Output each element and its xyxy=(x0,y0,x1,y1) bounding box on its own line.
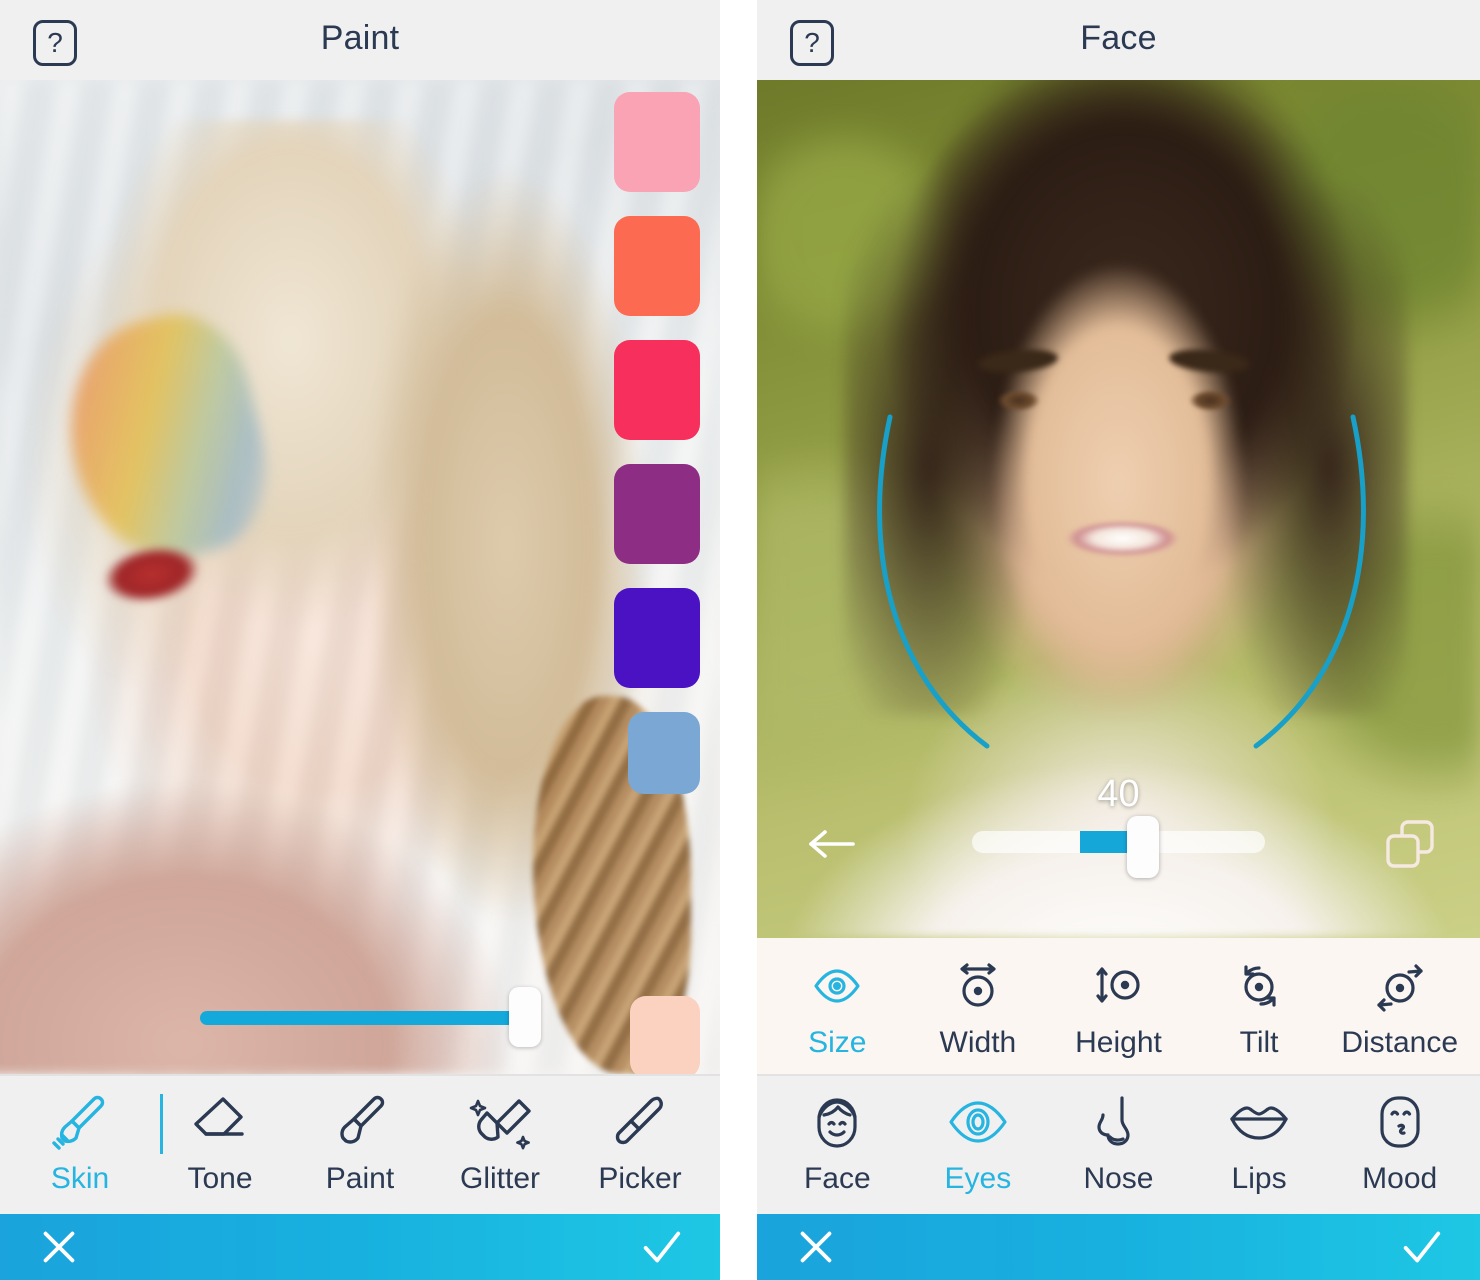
brush-icon xyxy=(49,1092,111,1152)
back-arrow-icon[interactable] xyxy=(805,824,857,864)
face-header: ? Face xyxy=(757,0,1480,80)
tool-label: Nose xyxy=(1083,1162,1154,1195)
photo-face xyxy=(973,251,1264,733)
tool-label: Paint xyxy=(325,1162,395,1195)
tool-tone[interactable]: Tone xyxy=(151,1092,289,1196)
tool-label: Skin xyxy=(50,1162,110,1195)
tool-label: Lips xyxy=(1231,1162,1287,1195)
paint-panel: ? Paint Skin Tone Paint Glitter Picker xyxy=(0,0,720,1280)
eye-tilt-icon xyxy=(1230,956,1288,1016)
eye-distance-icon xyxy=(1369,956,1431,1016)
tool-label: Width xyxy=(939,1026,1017,1059)
face-feature-toolbar: Face Eyes Nose Lips Mood xyxy=(757,1076,1480,1214)
page-title: Paint xyxy=(320,19,400,57)
feature-lips[interactable]: Lips xyxy=(1190,1092,1328,1196)
eye-height-icon xyxy=(1089,956,1147,1016)
screenshot-stage: ? Paint Skin Tone Paint Glitter Picker ?… xyxy=(0,0,1480,1280)
eye-width-icon xyxy=(949,956,1007,1016)
feature-mood[interactable]: Mood xyxy=(1331,1092,1469,1196)
slider-value: 40 xyxy=(1097,773,1140,815)
eraser-icon xyxy=(189,1092,251,1152)
eye-size-icon xyxy=(808,956,866,1016)
tool-label: Tone xyxy=(187,1162,253,1195)
compare-icon[interactable] xyxy=(1382,816,1438,872)
face-icon xyxy=(808,1092,866,1152)
feature-nose[interactable]: Nose xyxy=(1049,1092,1187,1196)
color-swatch-crimson[interactable] xyxy=(614,340,700,440)
tool-label: Eyes xyxy=(944,1162,1012,1195)
tool-label: Height xyxy=(1075,1026,1162,1059)
adjust-distance[interactable]: Distance xyxy=(1331,956,1469,1060)
photo-eye-right xyxy=(1183,387,1238,414)
adjust-tilt[interactable]: Tilt xyxy=(1190,956,1328,1060)
tool-label: Tilt xyxy=(1239,1026,1279,1059)
tool-label: Face xyxy=(803,1162,871,1195)
adjust-width[interactable]: Width xyxy=(909,956,1047,1060)
face-panel: ? Face 40 Size Width Height Tilt Distanc… xyxy=(757,0,1480,1280)
paint-photo-canvas[interactable] xyxy=(0,80,720,1074)
slider-knob[interactable] xyxy=(1127,816,1160,878)
adjust-height[interactable]: Height xyxy=(1049,956,1187,1060)
confirm-button[interactable] xyxy=(638,1224,684,1270)
slider-fill xyxy=(1080,831,1131,853)
tool-label: Mood xyxy=(1362,1162,1438,1195)
feature-eyes[interactable]: Eyes xyxy=(909,1092,1047,1196)
brush-size-slider[interactable] xyxy=(200,987,541,1047)
paint-header: ? Paint xyxy=(0,0,720,80)
tool-label: Size xyxy=(808,1026,867,1059)
tool-glitter[interactable]: Glitter xyxy=(431,1092,569,1196)
tool-picker[interactable]: Picker xyxy=(571,1092,709,1196)
color-swatch-violet[interactable] xyxy=(614,588,700,688)
eye-size-slider[interactable]: 40 xyxy=(972,773,1265,878)
face-photo-canvas[interactable]: 40 xyxy=(757,80,1480,938)
tool-label: Picker xyxy=(598,1162,682,1195)
mood-icon xyxy=(1374,1092,1426,1152)
confirm-button[interactable] xyxy=(1398,1224,1444,1270)
color-swatch-rail xyxy=(614,92,700,1074)
paint-action-bar xyxy=(0,1214,720,1280)
color-swatch-coral[interactable] xyxy=(614,216,700,316)
eye-size-slider-row: 40 xyxy=(757,773,1480,886)
lips-icon xyxy=(1228,1092,1290,1152)
eye-adjust-toolbar: Size Width Height Tilt Distance xyxy=(757,938,1480,1074)
face-action-bar xyxy=(757,1214,1480,1280)
eyedropper-icon xyxy=(609,1092,671,1152)
tool-paint[interactable]: Paint xyxy=(291,1092,429,1196)
tool-label: Glitter xyxy=(459,1162,540,1195)
color-swatch-pink[interactable] xyxy=(614,92,700,192)
cancel-button[interactable] xyxy=(793,1224,839,1270)
slider-track[interactable] xyxy=(200,1011,525,1025)
tool-label: Distance xyxy=(1341,1026,1459,1059)
cancel-button[interactable] xyxy=(36,1224,82,1270)
color-swatch-peach[interactable] xyxy=(630,996,700,1074)
eye-icon xyxy=(946,1092,1010,1152)
paint-toolbar: Skin Tone Paint Glitter Picker xyxy=(0,1076,720,1214)
feature-face[interactable]: Face xyxy=(768,1092,906,1196)
photo-eye-left xyxy=(991,387,1046,414)
color-swatch-steel-blue[interactable] xyxy=(628,712,700,794)
color-swatch-purple[interactable] xyxy=(614,464,700,564)
slider-knob[interactable] xyxy=(509,987,541,1047)
marker-icon xyxy=(469,1092,531,1152)
tool-skin[interactable]: Skin xyxy=(11,1092,163,1196)
page-title: Face xyxy=(1080,19,1157,57)
photo-mouth xyxy=(1060,521,1184,562)
nose-icon xyxy=(1092,1092,1144,1152)
paintbrush-icon xyxy=(329,1092,391,1152)
adjust-size[interactable]: Size xyxy=(768,956,906,1060)
